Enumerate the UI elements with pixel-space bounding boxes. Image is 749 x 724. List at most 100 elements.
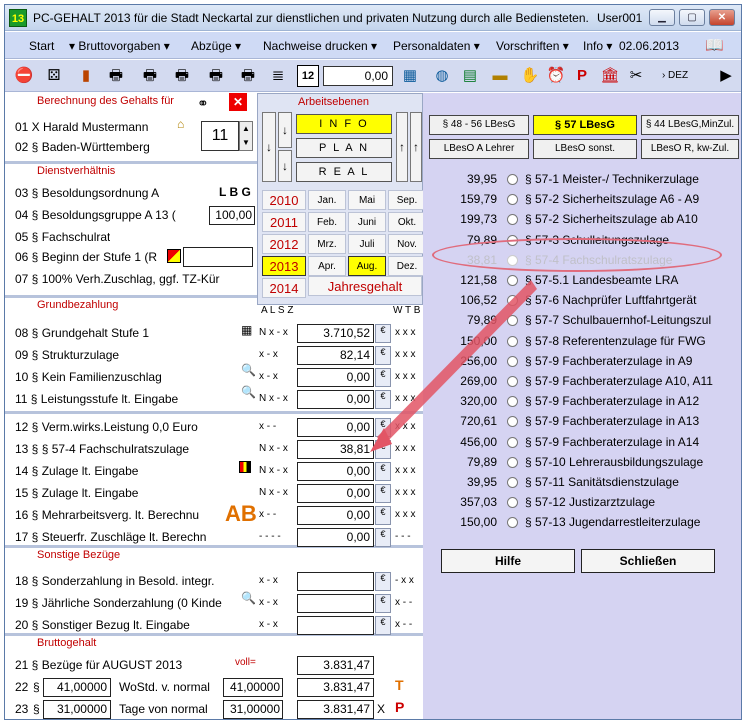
wostd-input[interactable]: 41,00000: [43, 678, 111, 697]
month-cell[interactable]: Sep.: [388, 190, 426, 210]
month-cell[interactable]: Mrz.: [308, 234, 346, 254]
month-cell[interactable]: Dez.: [388, 256, 426, 276]
zulage-option[interactable]: 79,89 § 57-10 Lehrerausbildungszulage: [423, 452, 741, 472]
t-icon[interactable]: T: [395, 677, 404, 693]
row-value[interactable]: [297, 572, 374, 591]
radio-button[interactable]: [507, 194, 518, 206]
zulage-option[interactable]: 150,00 § 57-8 Referentenzulage für FWG: [423, 331, 741, 351]
radio-button[interactable]: [507, 315, 518, 327]
printer-icon-3[interactable]: 🖶: [171, 65, 193, 87]
row-value[interactable]: 0,00: [297, 528, 374, 547]
year-2010[interactable]: 2010: [262, 190, 306, 210]
radio-button[interactable]: [507, 477, 518, 488]
arrow-down-1[interactable]: ↓: [278, 112, 292, 148]
tab-r-kw[interactable]: LBesO R, kw-Zul.: [641, 139, 739, 159]
year-2012[interactable]: 2012: [262, 234, 306, 254]
zulage-option[interactable]: 199,73 § 57-2 Sicherheitszulage ab A10: [423, 209, 741, 229]
tab-sonst[interactable]: LBesO sonst.: [533, 139, 637, 159]
row-value[interactable]: [297, 616, 374, 635]
p-red-icon[interactable]: P: [395, 699, 404, 715]
arrow-down-left[interactable]: ↓: [262, 112, 276, 182]
jahresgehalt-button[interactable]: Jahresgehalt: [308, 276, 422, 296]
binoculars-icon[interactable]: ⚭: [197, 95, 209, 112]
stack-icon[interactable]: ≣: [267, 65, 289, 87]
radio-button[interactable]: [507, 214, 518, 226]
radio-button[interactable]: [507, 295, 518, 307]
calendar-icon[interactable]: 12: [297, 65, 319, 87]
tab-57[interactable]: § 57 LBesG: [533, 115, 637, 135]
printer-icon[interactable]: 🖶: [105, 65, 127, 87]
amount-input[interactable]: 0,00: [323, 66, 393, 86]
p-icon[interactable]: P: [571, 65, 593, 87]
real-button[interactable]: R E A L: [296, 162, 392, 182]
flag-icon[interactable]: ▮: [75, 65, 97, 87]
month-cell[interactable]: Nov.: [388, 234, 426, 254]
zulage-option[interactable]: 79,89 § 57-7 Schulbauernhof-Leitungszul: [423, 310, 741, 330]
scissors-icon[interactable]: ✂: [625, 65, 647, 87]
arrow-up-2[interactable]: ↑: [410, 112, 422, 182]
tage-input[interactable]: 31,00000: [43, 700, 111, 719]
row-value[interactable]: 0,00: [297, 484, 374, 503]
cancel-icon[interactable]: ✕: [229, 93, 247, 111]
menu-start[interactable]: Start: [29, 39, 54, 53]
zulage-option[interactable]: 39,95 § 57-11 Sanitätsdienstzulage: [423, 472, 741, 492]
date-picker-icon[interactable]: [167, 249, 181, 263]
play-icon[interactable]: ▶: [715, 65, 737, 87]
radio-button[interactable]: [507, 174, 518, 185]
dice-icon[interactable]: ⚄: [43, 65, 65, 87]
arrow-down-2[interactable]: ↓: [278, 150, 292, 182]
close-button[interactable]: ✕: [709, 9, 735, 26]
zulage-option[interactable]: 159,79 § 57-2 Sicherheitszulage A6 - A9: [423, 189, 741, 209]
month-cell[interactable]: Juni: [348, 212, 386, 232]
zulage-option[interactable]: 320,00 § 57-9 Fachberaterzulage in A12: [423, 391, 741, 411]
maximize-button[interactable]: ▢: [679, 9, 705, 26]
row-value[interactable]: 0,00: [297, 462, 374, 481]
globe-icon[interactable]: ◍: [431, 65, 453, 87]
row-value[interactable]: 38,81: [297, 440, 374, 459]
radio-button[interactable]: [507, 497, 518, 509]
zulage-option[interactable]: 357,03 § 57-12 Justizarztzulage: [423, 492, 741, 512]
menu-bruttovorgaben[interactable]: ▾ Bruttovorgaben ▾: [69, 39, 170, 53]
row-value[interactable]: 0,00: [297, 390, 374, 409]
year-2013[interactable]: 2013: [262, 256, 306, 276]
zulage-option[interactable]: 39,95 § 57-1 Meister-/ Technikerzulage: [423, 169, 741, 189]
radio-button[interactable]: [507, 456, 518, 468]
hands-icon[interactable]: ✋: [519, 65, 541, 87]
zulage-option[interactable]: 456,00 § 57-9 Fachberaterzulage in A14: [423, 432, 741, 452]
month-cell[interactable]: Apr.: [308, 256, 346, 276]
menu-abzuege[interactable]: Abzüge ▾: [191, 39, 241, 53]
menu-vorschriften[interactable]: Vorschriften ▾: [496, 39, 569, 53]
stop-icon[interactable]: ⛔: [13, 65, 35, 87]
tab-44[interactable]: § 44 LBesG,MinZul.: [641, 115, 739, 135]
printer-icon-5[interactable]: 🖶: [237, 65, 259, 87]
radio-button[interactable]: [507, 275, 518, 286]
dez-label[interactable]: › DEZ: [655, 65, 695, 87]
tab-48-56[interactable]: § 48 - 56 LBesG: [429, 115, 529, 135]
row-value[interactable]: [297, 594, 374, 613]
zulage-option[interactable]: 121,58 § 57-5.1 Landesbeamte LRA: [423, 270, 741, 290]
schliessen-button[interactable]: Schließen: [581, 549, 715, 573]
info-button[interactable]: I N F O: [296, 114, 392, 134]
month-cell[interactable]: Aug.: [348, 256, 386, 276]
form-icon[interactable]: ▤: [459, 65, 481, 87]
zulage-option[interactable]: 106,52 § 57-6 Nachprüfer Luftfahrtgerät: [423, 290, 741, 310]
bank-icon[interactable]: 🏛: [599, 65, 621, 87]
printer-icon-4[interactable]: 🖶: [205, 65, 227, 87]
hilfe-button[interactable]: Hilfe: [441, 549, 575, 573]
radio-button[interactable]: [507, 436, 518, 448]
radio-button[interactable]: [507, 517, 518, 529]
tab-lehrer[interactable]: LBesO A Lehrer: [429, 139, 529, 159]
key-icon[interactable]: ⌂: [177, 117, 184, 131]
percent-field[interactable]: 100,00: [209, 206, 255, 225]
month-cell[interactable]: Feb.: [308, 212, 346, 232]
row-value[interactable]: 0,00: [297, 506, 374, 525]
zulage-option[interactable]: 269,00 § 57-9 Fachberaterzulage A10, A11: [423, 371, 741, 391]
calculator-icon[interactable]: ▦: [399, 65, 421, 87]
row-value[interactable]: 82,14: [297, 346, 374, 365]
year-2014[interactable]: 2014: [262, 278, 306, 298]
row-value[interactable]: 0,00: [297, 368, 374, 387]
row-value[interactable]: 3.710,52: [297, 324, 374, 343]
book-icon[interactable]: 📖: [705, 36, 724, 54]
minimize-button[interactable]: ▁: [649, 9, 675, 26]
menu-info[interactable]: Info ▾: [583, 39, 612, 53]
